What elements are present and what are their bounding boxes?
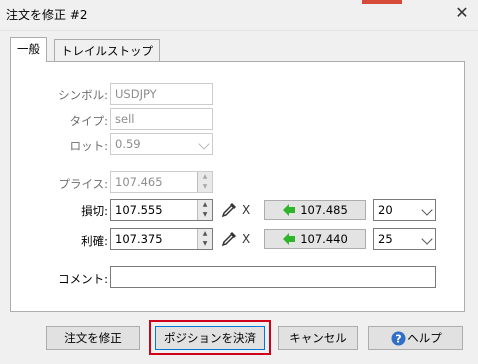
spin-up-icon[interactable]: ▲ bbox=[198, 229, 212, 239]
stop-loss-clear-icon[interactable]: X bbox=[242, 203, 250, 217]
stop-loss-value: 107.555 bbox=[115, 203, 163, 217]
type-label: タイプ: bbox=[69, 114, 108, 128]
close-position-button[interactable]: ポジションを決済 bbox=[155, 326, 265, 350]
stop-loss-pips-value: 20 bbox=[378, 203, 393, 217]
take-profit-value: 107.375 bbox=[115, 232, 163, 246]
chevron-down-icon bbox=[198, 138, 210, 150]
arrow-left-icon bbox=[283, 204, 295, 216]
help-icon: ? bbox=[391, 331, 406, 346]
lot-value: 0.59 bbox=[115, 137, 141, 151]
spin-up-icon: ▲ bbox=[202, 173, 208, 180]
chevron-down-icon bbox=[421, 204, 433, 216]
price-value: 107.465 bbox=[115, 175, 163, 189]
help-button[interactable]: ? ヘルプ bbox=[368, 326, 463, 350]
modify-order-button[interactable]: 注文を修正 bbox=[46, 326, 140, 350]
spin-down-icon: ▼ bbox=[202, 183, 208, 190]
price-label: プライス: bbox=[58, 177, 108, 191]
stop-loss-pipette-icon[interactable] bbox=[220, 201, 238, 219]
take-profit-pips-select[interactable]: 25 bbox=[373, 228, 436, 250]
lot-select: 0.59 bbox=[110, 133, 213, 155]
comment-field[interactable] bbox=[110, 266, 436, 288]
stop-loss-pips-select[interactable]: 20 bbox=[373, 199, 436, 221]
chevron-down-icon bbox=[421, 233, 433, 245]
eyedropper-icon bbox=[221, 232, 236, 247]
titlebar-divider bbox=[0, 30, 478, 31]
spin-down-icon[interactable]: ▼ bbox=[198, 239, 212, 249]
stop-loss-spinner[interactable]: ▲ ▼ bbox=[197, 200, 212, 220]
eyedropper-icon bbox=[221, 203, 236, 218]
stop-loss-label: 損切: bbox=[81, 204, 108, 218]
tab-trailing-stop[interactable]: トレイルストップ bbox=[54, 39, 160, 61]
tab-trailing-stop-label: トレイルストップ bbox=[61, 44, 153, 58]
cancel-button[interactable]: キャンセル bbox=[278, 326, 358, 350]
take-profit-pipette-icon[interactable] bbox=[220, 230, 238, 248]
arrow-left-icon bbox=[283, 233, 295, 245]
take-profit-target-price: 107.440 bbox=[300, 232, 348, 246]
take-profit-label: 利確: bbox=[81, 234, 108, 248]
price-spinner: ▲ ▼ bbox=[197, 172, 212, 192]
tab-general[interactable]: 一般 bbox=[10, 37, 47, 62]
svg-text:?: ? bbox=[395, 333, 401, 346]
lot-label: ロット: bbox=[69, 139, 108, 153]
type-field: sell bbox=[110, 108, 213, 130]
titlebar-accent bbox=[362, 0, 402, 4]
comment-label: コメント: bbox=[58, 272, 108, 286]
stop-loss-target-price: 107.485 bbox=[300, 203, 348, 217]
spin-down-icon[interactable]: ▼ bbox=[198, 210, 212, 220]
window-title: 注文を修正 #2 bbox=[6, 8, 88, 22]
help-button-label: ヘルプ bbox=[407, 331, 442, 345]
stop-loss-price-button[interactable]: 107.485 bbox=[264, 200, 366, 220]
spin-up-icon[interactable]: ▲ bbox=[198, 200, 212, 210]
take-profit-price-button[interactable]: 107.440 bbox=[264, 229, 366, 249]
symbol-label: シンボル: bbox=[58, 88, 108, 102]
take-profit-spinner[interactable]: ▲ ▼ bbox=[197, 229, 212, 249]
take-profit-pips-value: 25 bbox=[378, 232, 393, 246]
close-icon[interactable]: ✕ bbox=[452, 3, 472, 23]
tab-general-label: 一般 bbox=[17, 42, 40, 56]
take-profit-clear-icon[interactable]: X bbox=[242, 232, 250, 246]
symbol-field: USDJPY bbox=[110, 83, 213, 105]
